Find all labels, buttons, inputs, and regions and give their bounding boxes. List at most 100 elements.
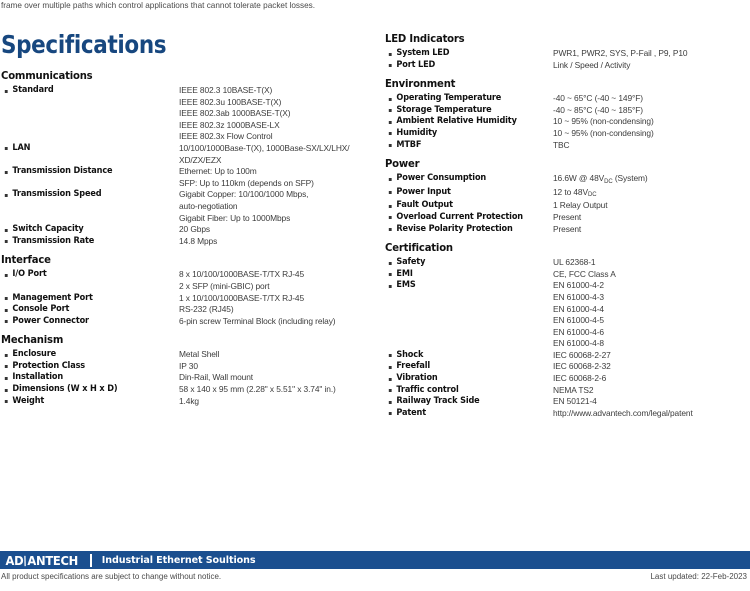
spec-row-label: Management Port bbox=[1, 293, 170, 305]
spec-value-line: IEC 60068-2-6 bbox=[553, 373, 607, 384]
spec-value-line: PWR1, PWR2, SYS, P-Fail , P9, P10 bbox=[553, 48, 688, 58]
spec-row: Traffic control NEMA TS2 bbox=[385, 385, 750, 397]
spec-row-value: Present bbox=[553, 224, 750, 236]
spec-value-line: Link / Speed / Activity bbox=[553, 59, 631, 70]
right-spec-column: LED Indicators System LED PWR1, PWR2, SYS,… bbox=[385, 33, 750, 426]
bullet-icon bbox=[388, 109, 392, 113]
bullet-icon bbox=[388, 412, 392, 416]
spec-row: Switch Capacity 20 Gbps bbox=[1, 224, 373, 236]
spec-row: EMS EN 61000-4-2 EN 61000-4-3 EN 61000-4-4 E… bbox=[385, 280, 750, 350]
spec-row: Operating Temperature -40 ~ 65°C (-40 ~ 1… bbox=[385, 93, 750, 105]
spec-label-text: Traffic control bbox=[396, 384, 459, 395]
spec-row-label: LAN bbox=[1, 143, 170, 155]
spec-section: Certification Safety UL 62368-1 EMI CE, FCC … bbox=[385, 242, 750, 419]
spec-row-value: EN 50121-4 bbox=[553, 396, 750, 408]
spec-row: Storage Temperature -40 ~ 85°C (-40 ~ 185… bbox=[385, 105, 750, 117]
spec-value-line: 10 ~ 95% (non-condensing) bbox=[553, 127, 654, 138]
spec-row-value: CE, FCC Class A bbox=[553, 269, 750, 281]
spec-row-value: Gigabit Copper: 10/100/1000 Mbps, auto-ne… bbox=[179, 189, 373, 224]
spec-label-text: Transmission Distance bbox=[12, 166, 113, 177]
spec-value-line: 2 x SFP (mini-GBIC) port bbox=[179, 280, 270, 291]
bullet-icon bbox=[4, 228, 8, 232]
spec-value-line: IEEE 802.3z 1000BASE-LX bbox=[179, 119, 280, 130]
spec-label-text: Power Input bbox=[396, 186, 451, 197]
spec-row-value: Present bbox=[553, 212, 750, 224]
footer-divider bbox=[89, 553, 92, 567]
spec-row: Port LED Link / Speed / Activity bbox=[385, 60, 750, 72]
spec-row-label: Standard bbox=[1, 85, 170, 97]
spec-row-label: Overload Current Protection bbox=[385, 212, 545, 224]
bullet-icon bbox=[4, 400, 8, 404]
bullet-icon bbox=[4, 308, 8, 312]
spec-label-text: Shock bbox=[396, 349, 424, 360]
spec-section: Mechanism Enclosure Metal Shell Protection … bbox=[1, 334, 373, 407]
bullet-icon bbox=[388, 354, 392, 358]
spec-label-text: Ambient Relative Humidity bbox=[396, 116, 517, 127]
bullet-icon bbox=[388, 273, 392, 277]
spec-row: Shock IEC 60068-2-27 bbox=[385, 350, 750, 362]
spec-row-value: 20 Gbps bbox=[179, 224, 373, 236]
spec-row: Power Consumption 16.6W @ 48VDC (System) bbox=[385, 173, 750, 187]
spec-row-value: 16.6W @ 48VDC (System) bbox=[553, 173, 750, 187]
spec-value-line: XD/ZX/EZX bbox=[179, 154, 222, 165]
spec-row-label: Transmission Rate bbox=[1, 236, 170, 248]
spec-row-label: Fault Output bbox=[385, 200, 545, 212]
bullet-icon bbox=[4, 170, 8, 174]
spec-label-text: Standard bbox=[12, 85, 54, 95]
spec-row: Revise Polarity Protection Present bbox=[385, 224, 750, 236]
spec-value-line: -40 ~ 65°C (-40 ~ 149°F) bbox=[553, 93, 643, 104]
bullet-icon bbox=[388, 191, 392, 195]
spec-row: Standard IEEE 802.3 10BASE-T(X) IEEE 802.3… bbox=[1, 85, 373, 143]
spec-row-value: Din-Rail, Wall mount bbox=[179, 372, 373, 384]
spec-row: Ambient Relative Humidity 10 ~ 95% (non-c… bbox=[385, 116, 750, 128]
bullet-icon bbox=[388, 377, 392, 381]
spec-label-text: Storage Temperature bbox=[396, 104, 492, 115]
spec-row: Humidity 10 ~ 95% (non-condensing) bbox=[385, 128, 750, 140]
spec-row-value: IP 30 bbox=[179, 361, 373, 373]
spec-row-value: PWR1, PWR2, SYS, P-Fail , P9, P10 bbox=[553, 48, 750, 60]
spec-row-label: Safety bbox=[385, 257, 545, 269]
spec-row-label: Humidity bbox=[385, 128, 545, 140]
left-spec-column: Communications Standard IEEE 802.3 10BASE-… bbox=[1, 70, 373, 414]
spec-row: Power Input 12 to 48VDC bbox=[385, 187, 750, 201]
spec-row-value: IEEE 802.3 10BASE-T(X) IEEE 802.3u 100BAS… bbox=[179, 85, 373, 143]
spec-label-text: Installation bbox=[12, 372, 64, 383]
spec-label-text: EMS bbox=[396, 280, 416, 291]
spec-row-label: Power Input bbox=[385, 187, 545, 199]
spec-label-text: Transmission Speed bbox=[12, 189, 102, 200]
spec-value-line: http://www.advantech.com/legal/patent bbox=[553, 407, 693, 418]
bullet-icon bbox=[4, 297, 8, 300]
bullet-icon bbox=[4, 273, 8, 277]
spec-value-line: 1.4kg bbox=[179, 395, 199, 406]
spec-value-line: 1 Relay Output bbox=[553, 200, 608, 211]
spec-row-label: System LED bbox=[385, 48, 545, 60]
spec-row-label: Protection Class bbox=[1, 361, 170, 373]
spec-value-line: 12 to 48VDC bbox=[553, 186, 597, 199]
spec-label-text: Fault Output bbox=[396, 200, 453, 211]
spec-value-line: auto-negotiation bbox=[179, 200, 238, 211]
spec-row-label: Power Connector bbox=[1, 316, 170, 328]
spec-row-value: Ethernet: Up to 100m SFP: Up to 110km (de… bbox=[179, 166, 373, 189]
spec-row-value: 8 x 10/100/1000BASE-T/TX RJ-45 2 x SFP (m… bbox=[179, 269, 373, 292]
spec-value-line: EN 61000-4-4 bbox=[553, 303, 604, 314]
spec-row-value: IEC 60068-2-6 bbox=[553, 373, 750, 385]
spec-label-text: Switch Capacity bbox=[12, 224, 84, 235]
spec-row-label: Storage Temperature bbox=[385, 105, 545, 117]
spec-label-text: MTBF bbox=[396, 139, 422, 150]
bullet-icon bbox=[4, 193, 8, 197]
spec-value-line: Present bbox=[553, 211, 582, 222]
spec-value-line: Din-Rail, Wall mount bbox=[179, 372, 254, 383]
spec-label-text: Port LED bbox=[396, 59, 436, 70]
spec-row: LAN 10/100/1000Base-T(X), 1000Base-SX/LX/… bbox=[1, 143, 373, 166]
spec-row: Management Port 1 x 10/100/1000BASE-T/TX … bbox=[1, 293, 373, 305]
spec-value-line: EN 61000-4-3 bbox=[553, 291, 604, 302]
spec-row-label: Ambient Relative Humidity bbox=[385, 116, 545, 128]
spec-value-line: IEEE 802.3x Flow Control bbox=[179, 131, 273, 142]
spec-label-text: Management Port bbox=[12, 292, 93, 303]
spec-value-line: Present bbox=[553, 223, 582, 234]
spec-row-label: Power Consumption bbox=[385, 173, 545, 185]
spec-row-label: Patent bbox=[385, 408, 545, 420]
spec-row: Weight 1.4kg bbox=[1, 396, 373, 408]
spec-value-line: RS-232 (RJ45) bbox=[179, 304, 234, 315]
spec-row-value: 1 Relay Output bbox=[553, 200, 750, 212]
